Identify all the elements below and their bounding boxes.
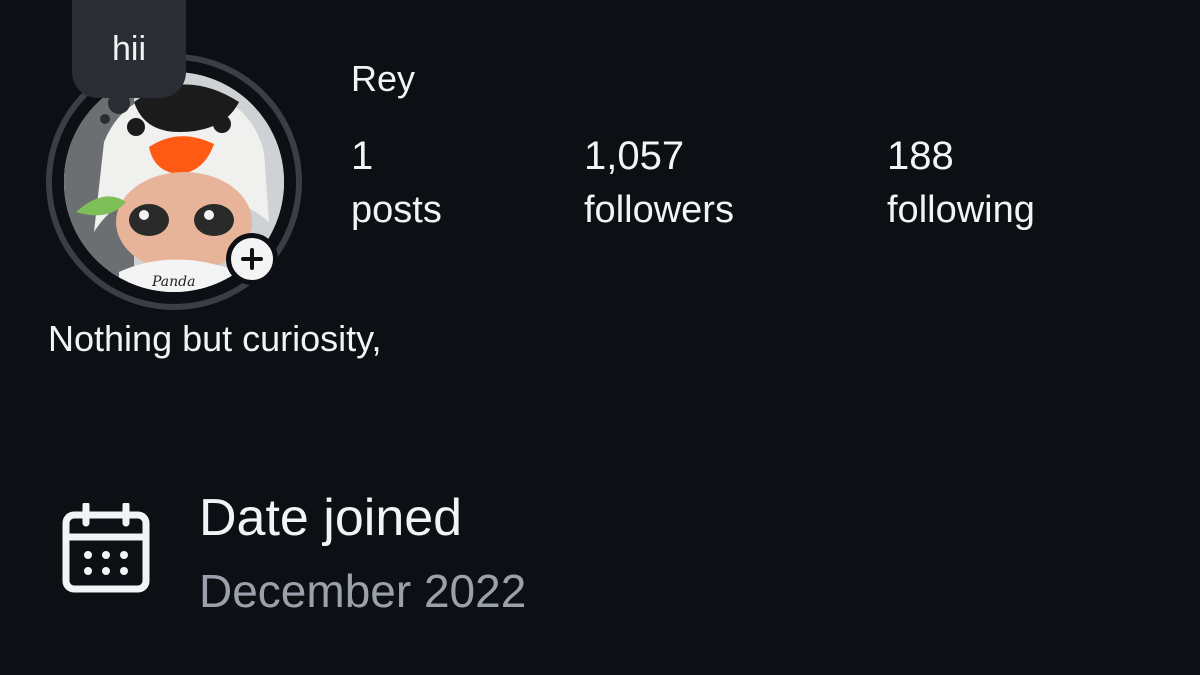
date-joined-label: Date joined (199, 489, 463, 547)
followers-stat[interactable]: 1,057 followers (584, 136, 734, 229)
posts-stat[interactable]: 1 posts (351, 136, 442, 229)
following-stat[interactable]: 188 following (887, 136, 1035, 229)
note-text: hii (111, 30, 147, 68)
followers-count: 1,057 (584, 134, 685, 178)
note-bubble[interactable]: hii (72, 0, 186, 98)
profile-bio: Nothing but curiosity, (48, 318, 382, 359)
following-label: following (887, 189, 1035, 231)
posts-label: posts (351, 189, 442, 231)
note-bubble-tail (108, 92, 130, 114)
calendar-icon (62, 503, 150, 593)
followers-label: followers (584, 189, 734, 231)
plus-icon (241, 248, 263, 270)
profile-name: Rey (351, 58, 416, 99)
note-bubble-tail-small (100, 114, 110, 124)
date-joined-value: December 2022 (199, 565, 527, 617)
following-count: 188 (887, 134, 954, 178)
posts-count: 1 (351, 134, 374, 178)
avatar-shirt-text: Panda (151, 274, 195, 290)
add-story-button[interactable] (226, 233, 278, 285)
